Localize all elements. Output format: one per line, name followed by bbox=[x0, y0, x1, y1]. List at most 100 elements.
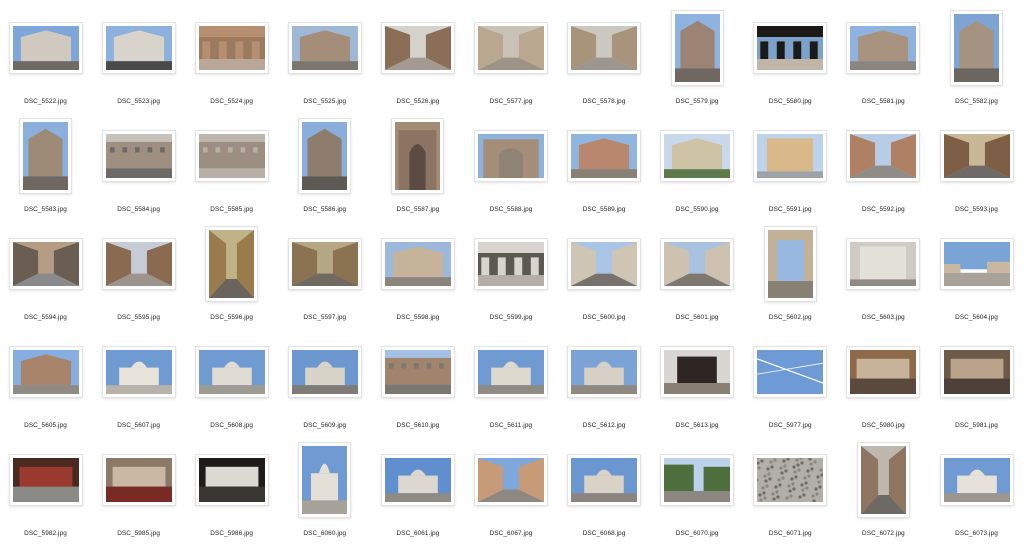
file-thumbnail[interactable] bbox=[185, 332, 278, 412]
file-thumbnail[interactable] bbox=[930, 116, 1023, 196]
file-thumbnail[interactable] bbox=[0, 332, 92, 412]
file-thumbnail[interactable] bbox=[371, 440, 464, 520]
file-thumbnail[interactable] bbox=[185, 440, 278, 520]
file-item[interactable]: DSC_6061.jpg bbox=[371, 440, 464, 548]
file-thumbnail[interactable] bbox=[651, 116, 744, 196]
file-item[interactable]: DSC_5600.jpg bbox=[558, 224, 651, 332]
file-item[interactable]: DSC_5579.jpg bbox=[651, 8, 744, 116]
file-thumbnail[interactable] bbox=[92, 440, 185, 520]
file-item[interactable]: DSC_5601.jpg bbox=[651, 224, 744, 332]
file-thumbnail[interactable] bbox=[185, 224, 278, 304]
file-thumbnail[interactable] bbox=[558, 224, 651, 304]
file-thumbnail[interactable] bbox=[185, 8, 278, 88]
file-thumbnail[interactable] bbox=[837, 116, 930, 196]
file-item[interactable]: DSC_5582.jpg bbox=[930, 8, 1023, 116]
file-thumbnail[interactable] bbox=[651, 8, 744, 88]
file-thumbnail[interactable] bbox=[371, 332, 464, 412]
file-thumbnail[interactable] bbox=[930, 440, 1023, 520]
file-item[interactable]: DSC_5605.jpg bbox=[0, 332, 92, 440]
file-item[interactable]: DSC_5588.jpg bbox=[465, 116, 558, 224]
file-thumbnail[interactable] bbox=[558, 116, 651, 196]
file-thumbnail[interactable] bbox=[465, 332, 558, 412]
file-thumbnail[interactable] bbox=[465, 116, 558, 196]
file-item[interactable]: DSC_5526.jpg bbox=[371, 8, 464, 116]
file-thumbnail[interactable] bbox=[278, 440, 371, 520]
file-thumbnail[interactable] bbox=[930, 224, 1023, 304]
file-thumbnail[interactable] bbox=[558, 8, 651, 88]
file-item[interactable]: DSC_5611.jpg bbox=[465, 332, 558, 440]
file-thumbnail[interactable] bbox=[0, 8, 92, 88]
file-item[interactable]: DSC_5597.jpg bbox=[278, 224, 371, 332]
file-item[interactable]: DSC_5609.jpg bbox=[278, 332, 371, 440]
file-item[interactable]: DSC_5603.jpg bbox=[837, 224, 930, 332]
file-item[interactable]: DSC_5591.jpg bbox=[744, 116, 837, 224]
file-thumbnail[interactable] bbox=[744, 440, 837, 520]
file-item[interactable]: DSC_5586.jpg bbox=[278, 116, 371, 224]
file-thumbnail[interactable] bbox=[651, 332, 744, 412]
file-thumbnail[interactable] bbox=[558, 440, 651, 520]
file-item[interactable]: DSC_5592.jpg bbox=[837, 116, 930, 224]
file-item[interactable]: DSC_5524.jpg bbox=[185, 8, 278, 116]
file-thumbnail[interactable] bbox=[558, 332, 651, 412]
file-item[interactable]: DSC_5608.jpg bbox=[185, 332, 278, 440]
file-item[interactable]: DSC_6071.jpg bbox=[744, 440, 837, 548]
file-thumbnail[interactable] bbox=[278, 332, 371, 412]
file-item[interactable]: DSC_5982.jpg bbox=[0, 440, 92, 548]
file-item[interactable]: DSC_5613.jpg bbox=[651, 332, 744, 440]
file-thumbnail[interactable] bbox=[930, 332, 1023, 412]
file-thumbnail[interactable] bbox=[278, 116, 371, 196]
file-item[interactable]: DSC_5580.jpg bbox=[744, 8, 837, 116]
file-item[interactable]: DSC_5590.jpg bbox=[651, 116, 744, 224]
file-thumbnail[interactable] bbox=[465, 224, 558, 304]
file-thumbnail[interactable] bbox=[371, 224, 464, 304]
file-item[interactable]: DSC_5583.jpg bbox=[0, 116, 92, 224]
file-item[interactable]: DSC_5585.jpg bbox=[185, 116, 278, 224]
file-thumbnail[interactable] bbox=[837, 440, 930, 520]
file-thumbnail[interactable] bbox=[371, 116, 464, 196]
file-item[interactable]: DSC_5598.jpg bbox=[371, 224, 464, 332]
file-item[interactable]: DSC_5578.jpg bbox=[558, 8, 651, 116]
file-thumbnail[interactable] bbox=[92, 224, 185, 304]
file-item[interactable]: DSC_5977.jpg bbox=[744, 332, 837, 440]
file-thumbnail[interactable] bbox=[837, 224, 930, 304]
file-item[interactable]: DSC_5587.jpg bbox=[371, 116, 464, 224]
file-item[interactable]: DSC_5985.jpg bbox=[92, 440, 185, 548]
file-item[interactable]: DSC_5577.jpg bbox=[465, 8, 558, 116]
file-thumbnail[interactable] bbox=[0, 440, 92, 520]
file-item[interactable]: DSC_5980.jpg bbox=[837, 332, 930, 440]
file-item[interactable]: DSC_5610.jpg bbox=[371, 332, 464, 440]
file-thumbnail[interactable] bbox=[92, 116, 185, 196]
file-thumbnail[interactable] bbox=[744, 224, 837, 304]
file-item[interactable]: DSC_5596.jpg bbox=[185, 224, 278, 332]
file-thumbnail[interactable] bbox=[651, 440, 744, 520]
file-item[interactable]: DSC_6060.jpg bbox=[278, 440, 371, 548]
file-item[interactable]: DSC_5599.jpg bbox=[465, 224, 558, 332]
file-thumbnail[interactable] bbox=[744, 116, 837, 196]
file-item[interactable]: DSC_6072.jpg bbox=[837, 440, 930, 548]
file-thumbnail[interactable] bbox=[371, 8, 464, 88]
file-thumbnail[interactable] bbox=[0, 116, 92, 196]
file-item[interactable]: DSC_5981.jpg bbox=[930, 332, 1023, 440]
file-item[interactable]: DSC_5584.jpg bbox=[92, 116, 185, 224]
file-thumbnail[interactable] bbox=[930, 8, 1023, 88]
file-item[interactable]: DSC_5581.jpg bbox=[837, 8, 930, 116]
file-thumbnail[interactable] bbox=[92, 332, 185, 412]
file-item[interactable]: DSC_5589.jpg bbox=[558, 116, 651, 224]
file-thumbnail[interactable] bbox=[837, 8, 930, 88]
file-item[interactable]: DSC_6073.jpg bbox=[930, 440, 1023, 548]
file-item[interactable]: DSC_5594.jpg bbox=[0, 224, 92, 332]
file-thumbnail[interactable] bbox=[837, 332, 930, 412]
file-item[interactable]: DSC_6070.jpg bbox=[651, 440, 744, 548]
file-thumbnail[interactable] bbox=[92, 8, 185, 88]
file-item[interactable]: DSC_5593.jpg bbox=[930, 116, 1023, 224]
file-item[interactable]: DSC_5595.jpg bbox=[92, 224, 185, 332]
file-thumbnail[interactable] bbox=[185, 116, 278, 196]
file-item[interactable]: DSC_6067.jpg bbox=[465, 440, 558, 548]
file-thumbnail[interactable] bbox=[744, 332, 837, 412]
file-item[interactable]: DSC_5602.jpg bbox=[744, 224, 837, 332]
file-thumbnail[interactable] bbox=[651, 224, 744, 304]
file-item[interactable]: DSC_5612.jpg bbox=[558, 332, 651, 440]
file-item[interactable]: DSC_5604.jpg bbox=[930, 224, 1023, 332]
file-item[interactable]: DSC_5525.jpg bbox=[278, 8, 371, 116]
file-item[interactable]: DSC_5986.jpg bbox=[185, 440, 278, 548]
